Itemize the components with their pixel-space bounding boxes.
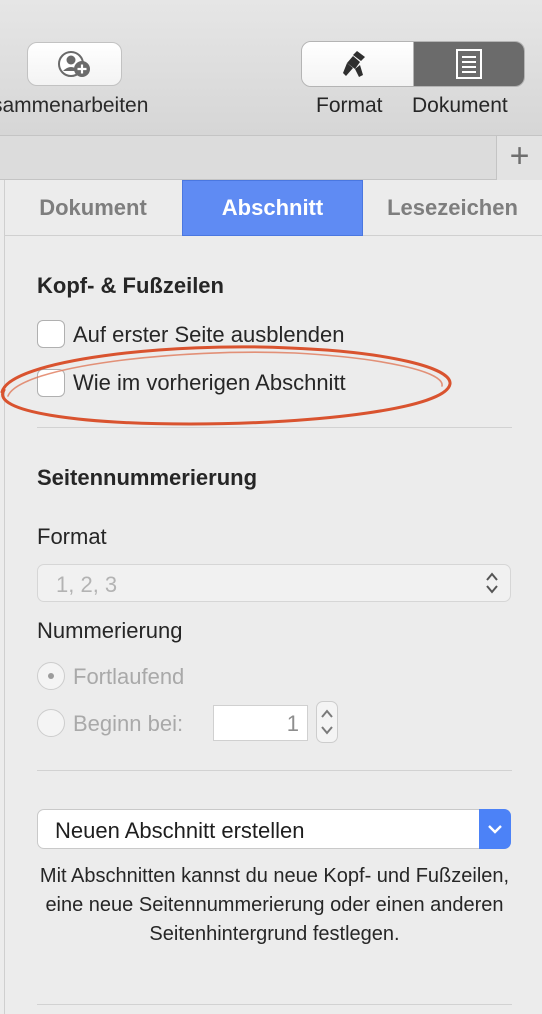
divider bbox=[37, 1004, 512, 1005]
section-popup-value: Neuen Abschnitt erstellen bbox=[55, 818, 305, 843]
format-field-label: Format bbox=[37, 524, 107, 549]
start-at-value: 1 bbox=[286, 711, 299, 736]
divider bbox=[37, 427, 512, 428]
section-help-text: Mit Abschnitten kannst du neue Kopf- und… bbox=[39, 865, 510, 945]
start-at-label: Beginn bei: bbox=[73, 711, 184, 736]
document-button[interactable] bbox=[413, 42, 524, 86]
tab-abschnitt[interactable]: Abschnitt bbox=[182, 180, 363, 236]
document-icon bbox=[455, 49, 482, 79]
stepper-arrows-icon bbox=[321, 709, 333, 735]
person-add-icon bbox=[57, 51, 90, 77]
radio-dot bbox=[48, 673, 54, 679]
chevron-up-down-icon bbox=[486, 572, 498, 594]
collaborate-label: sammenarbeiten bbox=[0, 94, 149, 117]
section-popup-button[interactable]: Neuen Abschnitt erstellen bbox=[37, 809, 511, 849]
format-button[interactable] bbox=[302, 42, 414, 86]
document-label: Dokument bbox=[412, 94, 508, 117]
collaborate-button[interactable] bbox=[27, 42, 122, 86]
continue-radio[interactable] bbox=[37, 662, 65, 690]
tab-lesezeichen[interactable]: Lesezeichen bbox=[363, 180, 542, 236]
start-at-stepper[interactable] bbox=[316, 701, 338, 743]
divider bbox=[37, 770, 512, 771]
popup-arrow-button[interactable] bbox=[479, 809, 511, 849]
add-tab-button[interactable]: + bbox=[496, 136, 542, 180]
tab-dokument[interactable]: Dokument bbox=[4, 180, 182, 236]
inspector-tabs: Dokument Abschnitt Lesezeichen bbox=[4, 180, 542, 236]
document-tab-bar: + bbox=[0, 136, 542, 180]
start-at-field[interactable]: 1 bbox=[213, 705, 308, 741]
headers-footers-heading: Kopf- & Fußzeilen bbox=[37, 273, 224, 298]
toolbar: sammenarbeiten Format Dokument bbox=[0, 0, 542, 136]
annotation-circle bbox=[0, 345, 452, 426]
start-at-radio[interactable] bbox=[37, 709, 65, 737]
page-numbering-heading: Seitennummerierung bbox=[37, 465, 258, 490]
paintbrush-icon bbox=[343, 51, 366, 77]
format-label: Format bbox=[316, 94, 383, 117]
format-document-segmented-control bbox=[301, 41, 525, 87]
continue-label: Fortlaufend bbox=[73, 664, 185, 689]
chevron-down-icon bbox=[488, 825, 502, 834]
number-format-select[interactable]: 1, 2, 3 bbox=[37, 564, 511, 602]
number-format-value: 1, 2, 3 bbox=[56, 572, 118, 597]
numbering-label: Nummerierung bbox=[37, 618, 183, 643]
